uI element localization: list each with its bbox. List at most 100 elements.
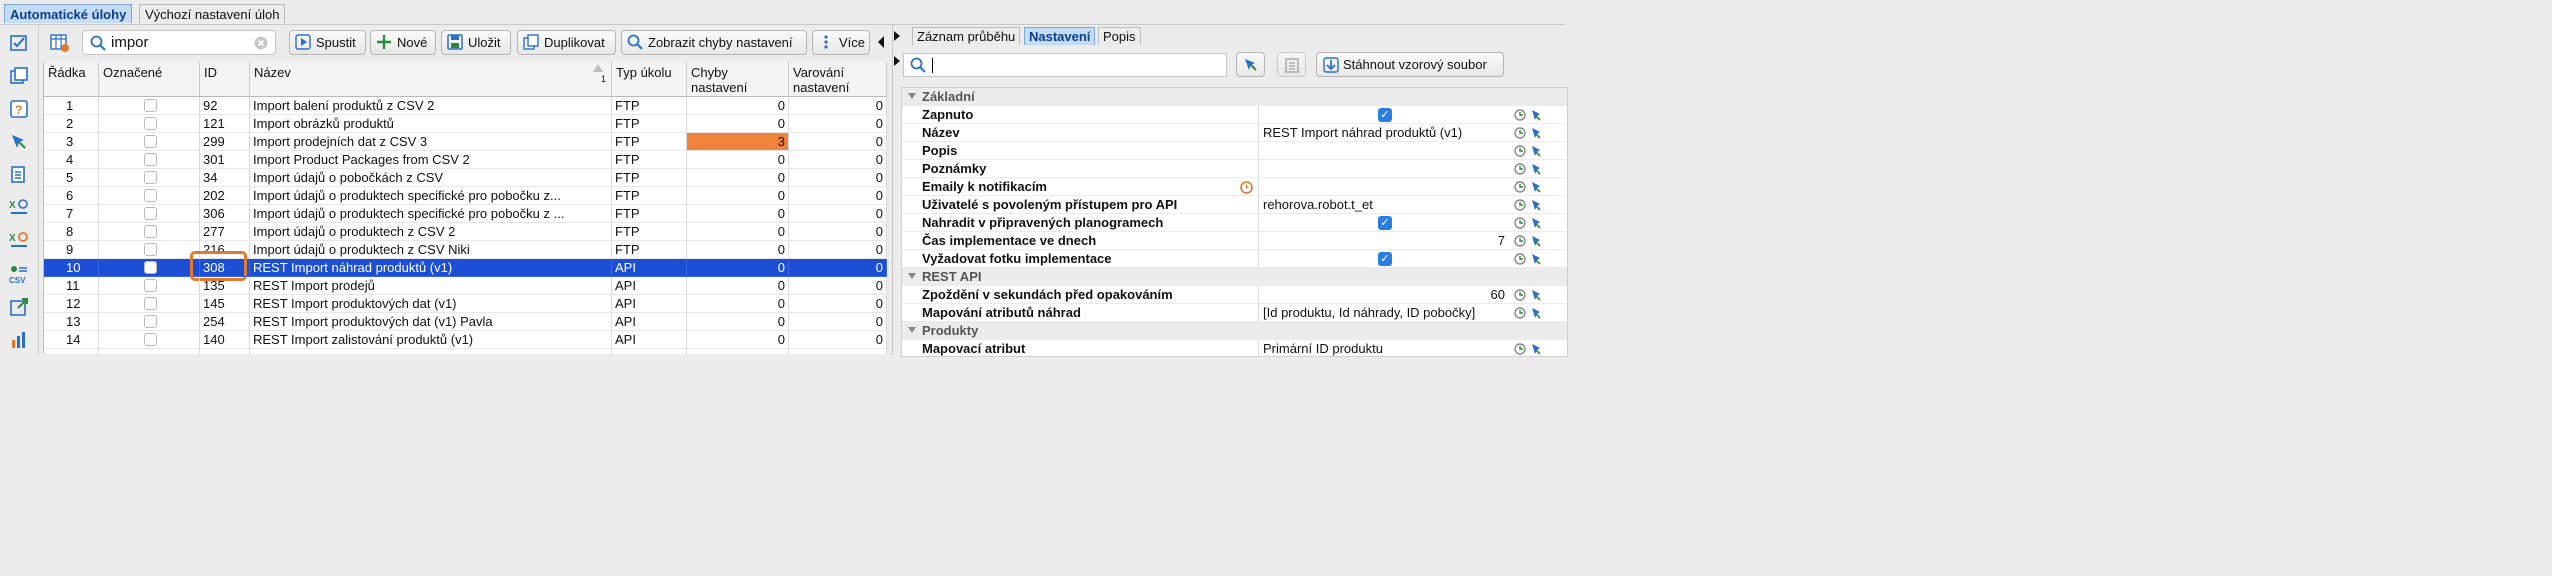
table-row[interactable]: 4 301 Import Product Packages from CSV 2 FT… bbox=[44, 151, 887, 169]
section-rest-api[interactable]: REST API bbox=[902, 268, 1567, 286]
description-value[interactable] bbox=[1258, 142, 1508, 159]
export-icon[interactable] bbox=[9, 297, 29, 317]
row-checkbox[interactable] bbox=[144, 153, 157, 166]
table-row[interactable]: 9 216 Import údajů o produktech z CSV Niki… bbox=[44, 241, 887, 259]
checklist-icon[interactable] bbox=[9, 33, 29, 53]
table-row[interactable]: 13 254 REST Import produktových dat (v1) P… bbox=[44, 313, 887, 331]
csv-icon[interactable]: CSV bbox=[9, 264, 29, 284]
excel-import-icon[interactable]: X bbox=[9, 198, 29, 218]
reset-icon[interactable] bbox=[1514, 162, 1544, 176]
row-checkbox[interactable] bbox=[144, 297, 157, 310]
table-row[interactable]: 10 308 REST Import náhrad produktů (v1) API… bbox=[44, 251, 887, 281]
tab-description[interactable]: Popis bbox=[1098, 27, 1141, 45]
mapping-attribute-value[interactable]: Primární ID produktu bbox=[1258, 340, 1508, 356]
reset-icon[interactable] bbox=[1514, 288, 1544, 302]
table-row[interactable]: 3 299 Import prodejních dat z CSV 3 FTP 3 0 bbox=[44, 133, 887, 151]
row-checkbox[interactable] bbox=[144, 189, 157, 202]
reset-icon[interactable] bbox=[1514, 216, 1544, 230]
api-users-value[interactable]: rehorova.robot.t_et bbox=[1258, 196, 1508, 213]
table-settings-icon[interactable] bbox=[50, 33, 70, 53]
table-row[interactable]: 6 202 Import údajů o produktech specifické… bbox=[44, 187, 887, 205]
save-button[interactable]: Uložit bbox=[441, 30, 511, 55]
enabled-checkbox[interactable]: ✓ bbox=[1378, 108, 1392, 122]
reset-pick-icons[interactable] bbox=[1514, 198, 1544, 212]
excel-settings-icon[interactable]: X bbox=[9, 231, 29, 251]
emails-value[interactable] bbox=[1258, 178, 1508, 195]
expand-left-arrow-icon[interactable] bbox=[893, 30, 901, 42]
retry-delay-value[interactable]: 60 bbox=[1258, 286, 1508, 303]
table-row[interactable]: 8 277 Import údajů o produktech z CSV 2 FTP… bbox=[44, 223, 887, 241]
reset-icon[interactable] bbox=[1514, 342, 1544, 356]
table-row[interactable]: 11 135 REST Import prodejů API 0 0 bbox=[44, 277, 887, 295]
reset-icon[interactable] bbox=[1514, 144, 1544, 158]
reset-icon[interactable] bbox=[1514, 234, 1544, 248]
row-checkbox[interactable] bbox=[144, 171, 157, 184]
reset-pick-icons[interactable] bbox=[1514, 288, 1544, 302]
reset-icon[interactable] bbox=[1514, 180, 1544, 194]
attribute-mapping-value[interactable]: [Id produktu, Id náhrady, ID pobočky] bbox=[1258, 304, 1508, 321]
table-row[interactable]: 2 121 Import obrázků produktů FTP 0 0 bbox=[44, 115, 887, 133]
table-row[interactable] bbox=[44, 349, 887, 354]
column-header-marked[interactable]: Označené bbox=[99, 62, 200, 97]
column-header-name[interactable]: Název 1 bbox=[250, 62, 612, 97]
section-basic[interactable]: Základní bbox=[902, 88, 1567, 106]
run-button[interactable]: Spustit bbox=[289, 30, 366, 55]
download-sample-button[interactable]: Stáhnout vzorový soubor bbox=[1316, 52, 1504, 77]
tab-default-task-settings[interactable]: Výchozí nastavení úloh bbox=[139, 4, 286, 23]
column-header-errors[interactable]: Chyby nastavení bbox=[687, 62, 789, 97]
require-photo-checkbox[interactable]: ✓ bbox=[1378, 252, 1392, 266]
implementation-days-value[interactable]: 7 bbox=[1258, 232, 1508, 249]
tab-automatic-tasks[interactable]: Automatické úlohy bbox=[4, 4, 133, 23]
notes-value[interactable] bbox=[1258, 160, 1508, 177]
table-row[interactable]: 14 140 REST Import zalistování produktů (v… bbox=[44, 331, 887, 349]
reset-pick-icons[interactable] bbox=[1514, 144, 1544, 158]
select-pointer-button[interactable] bbox=[1236, 52, 1265, 77]
reset-icon[interactable] bbox=[1514, 198, 1544, 212]
reset-pick-icons[interactable] bbox=[1514, 306, 1544, 320]
reset-pick-icons[interactable] bbox=[1514, 342, 1544, 356]
clear-search-icon[interactable] bbox=[254, 36, 268, 50]
reset-pick-icons[interactable] bbox=[1514, 126, 1544, 140]
show-errors-button[interactable]: Zobrazit chyby nastavení bbox=[621, 30, 807, 55]
column-header-id[interactable]: ID bbox=[200, 62, 250, 97]
name-value[interactable]: REST Import náhrad produktů (v1) bbox=[1258, 124, 1508, 141]
replace-checkbox[interactable]: ✓ bbox=[1378, 216, 1392, 230]
help-icon[interactable]: ? bbox=[9, 99, 29, 119]
column-header-warnings[interactable]: Varování nastavení bbox=[789, 62, 887, 97]
table-row[interactable]: 7 306 Import údajů o produktech specifické… bbox=[44, 205, 887, 223]
settings-search-input[interactable] bbox=[903, 53, 1227, 77]
column-header-row[interactable]: Řádka bbox=[44, 62, 99, 97]
bar-chart-icon[interactable] bbox=[9, 330, 29, 350]
reset-pick-icons[interactable] bbox=[1514, 162, 1544, 176]
table-row[interactable]: 12 145 REST Import produktových dat (v1) AP… bbox=[44, 295, 887, 313]
reset-icon[interactable] bbox=[1514, 108, 1544, 122]
more-button[interactable]: Více bbox=[812, 30, 870, 55]
row-checkbox[interactable] bbox=[144, 225, 157, 238]
column-header-type[interactable]: Typ úkolu bbox=[612, 62, 687, 97]
documents-icon[interactable] bbox=[9, 165, 29, 185]
clipboard-button[interactable] bbox=[1277, 52, 1306, 77]
reset-pick-icons[interactable] bbox=[1514, 252, 1544, 266]
reset-pick-icons[interactable] bbox=[1514, 216, 1544, 230]
reset-icon[interactable] bbox=[1514, 252, 1544, 266]
table-row[interactable]: 1 92 Import balení produktů z CSV 2 FTP 0 0 bbox=[44, 97, 887, 115]
reset-pick-icons[interactable] bbox=[1514, 234, 1544, 248]
row-checkbox[interactable] bbox=[144, 207, 157, 220]
table-row[interactable]: 5 34 Import údajů o pobočkách z CSV FTP 0 0 bbox=[44, 169, 887, 187]
section-products[interactable]: Produkty bbox=[902, 322, 1567, 340]
windows-icon[interactable] bbox=[9, 66, 29, 86]
collapse-left-icon[interactable] bbox=[876, 35, 886, 49]
row-checkbox[interactable] bbox=[144, 333, 157, 346]
row-checkbox[interactable] bbox=[144, 261, 157, 274]
expand-arrow-icon[interactable] bbox=[893, 55, 901, 67]
cursor-pointer-icon[interactable] bbox=[9, 132, 29, 152]
duplicate-button[interactable]: Duplikovat bbox=[517, 30, 616, 55]
row-checkbox[interactable] bbox=[144, 117, 157, 130]
row-checkbox[interactable] bbox=[144, 99, 157, 112]
tab-settings[interactable]: Nastavení bbox=[1024, 27, 1096, 45]
reset-pick-icons[interactable] bbox=[1514, 108, 1544, 122]
row-checkbox[interactable] bbox=[144, 279, 157, 292]
tab-progress-log[interactable]: Záznam průběhu bbox=[912, 27, 1021, 45]
reset-icon[interactable] bbox=[1514, 126, 1544, 140]
row-checkbox[interactable] bbox=[144, 243, 157, 256]
